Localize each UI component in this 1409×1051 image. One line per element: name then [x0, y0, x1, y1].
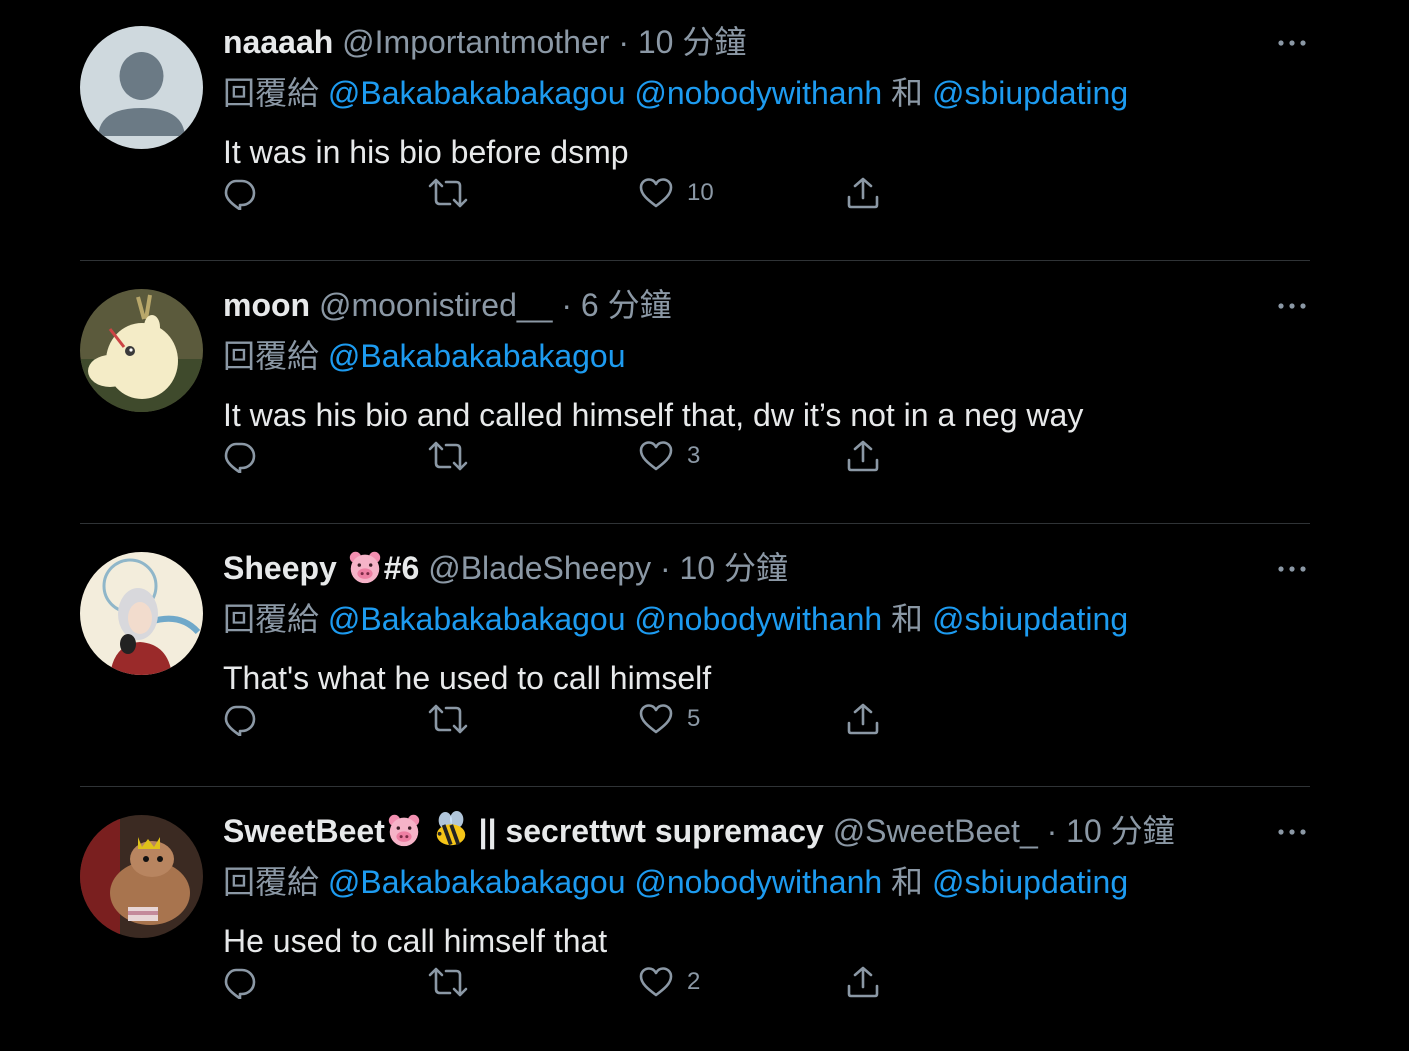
divider	[80, 523, 1310, 524]
like-count: 2	[687, 968, 701, 995]
share-button[interactable]	[846, 963, 880, 1001]
heart-icon	[639, 439, 673, 473]
retweet-button[interactable]	[428, 437, 468, 475]
reply-button[interactable]	[222, 437, 256, 475]
like-button[interactable]: 10	[639, 174, 714, 212]
retweet-button[interactable]	[428, 963, 468, 1001]
action-bar: 5	[0, 526, 1409, 788]
tweet[interactable]: naaaah @Importantmother · 10 分鐘 回覆給 @Bak…	[0, 0, 1409, 262]
divider	[80, 786, 1310, 787]
like-button[interactable]: 2	[639, 963, 700, 1001]
heart-icon	[639, 176, 673, 210]
retweet-icon	[428, 439, 468, 473]
reply-button[interactable]	[222, 174, 256, 212]
reply-icon	[222, 702, 256, 736]
heart-icon	[639, 702, 673, 736]
retweet-icon	[428, 965, 468, 999]
share-icon	[846, 439, 880, 473]
action-bar: 10	[0, 0, 1409, 262]
like-count: 3	[687, 442, 701, 469]
reply-icon	[222, 965, 256, 999]
share-button[interactable]	[846, 174, 880, 212]
retweet-icon	[428, 702, 468, 736]
tweet[interactable]: Sheepy #6 @BladeSheepy · 10 分鐘 回覆給 @Baka…	[0, 526, 1409, 788]
like-button[interactable]: 3	[639, 437, 700, 475]
reply-button[interactable]	[222, 700, 256, 738]
reply-icon	[222, 176, 256, 210]
reply-icon	[222, 439, 256, 473]
retweet-button[interactable]	[428, 700, 468, 738]
share-icon	[846, 965, 880, 999]
tweet[interactable]: SweetBeet || secrettwt supremacy @SweetB…	[0, 789, 1409, 1051]
reply-button[interactable]	[222, 963, 256, 1001]
share-icon	[846, 176, 880, 210]
tweet[interactable]: moon @moonistired__ · 6 分鐘 回覆給 @Bakabaka…	[0, 263, 1409, 525]
divider	[80, 260, 1310, 261]
action-bar: 3	[0, 263, 1409, 525]
heart-icon	[639, 965, 673, 999]
like-button[interactable]: 5	[639, 700, 700, 738]
retweet-button[interactable]	[428, 174, 468, 212]
share-button[interactable]	[846, 437, 880, 475]
retweet-icon	[428, 176, 468, 210]
action-bar: 2	[0, 789, 1409, 1051]
share-icon	[846, 702, 880, 736]
like-count: 5	[687, 705, 701, 732]
like-count: 10	[687, 179, 714, 206]
share-button[interactable]	[846, 700, 880, 738]
